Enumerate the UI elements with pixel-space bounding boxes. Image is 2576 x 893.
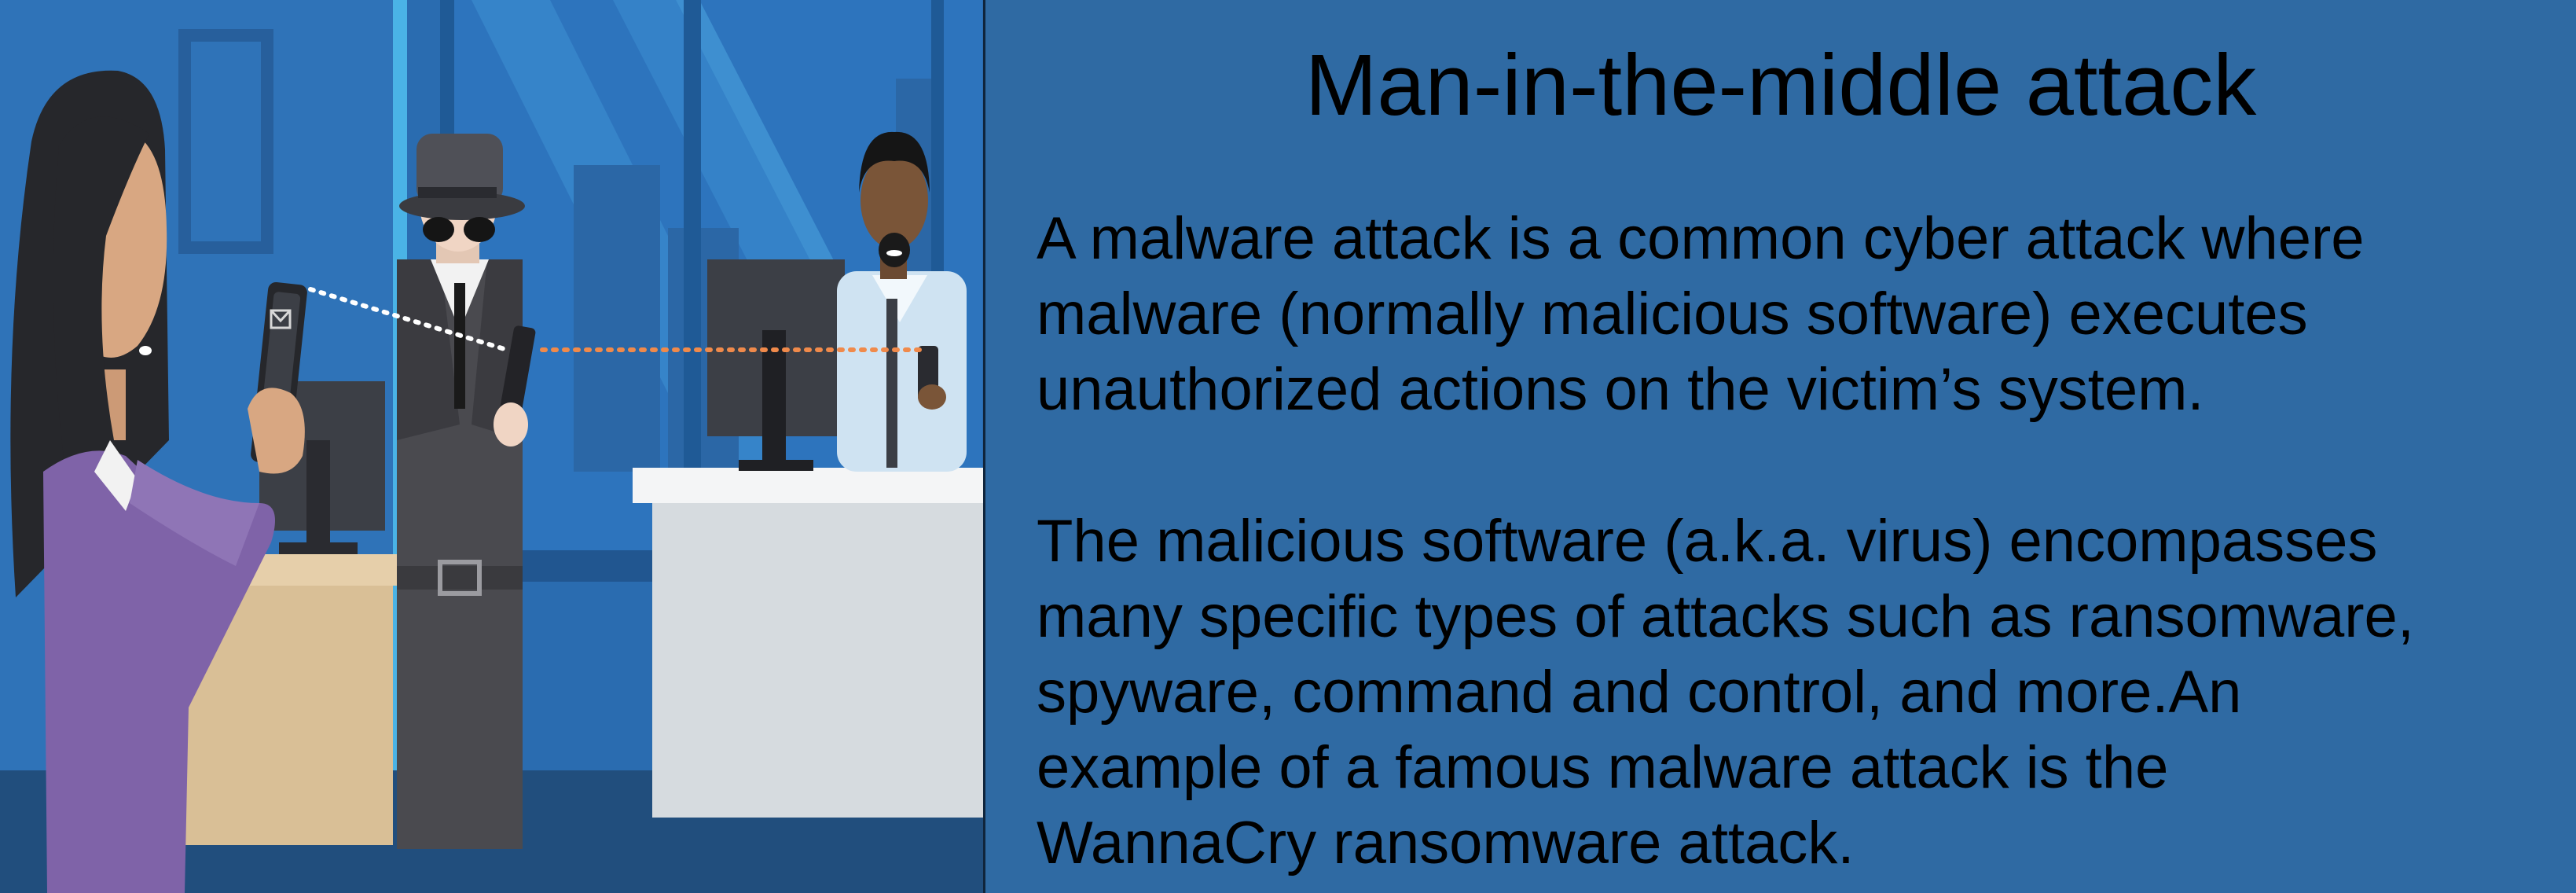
illustration-svg	[0, 0, 985, 893]
paragraph-malware-definition: A malware attack is a common cyber attac…	[1037, 205, 2365, 423]
paragraph-malware-examples: The malicious software (a.k.a. virus) en…	[1037, 508, 2414, 876]
slide-title: Man-in-the-middle attack	[1305, 37, 2257, 134]
mitm-illustration	[0, 0, 985, 893]
text-panel: Man-in-the-middle attack A malware attac…	[985, 0, 2576, 893]
slide: Man-in-the-middle attack A malware attac…	[0, 0, 2576, 893]
